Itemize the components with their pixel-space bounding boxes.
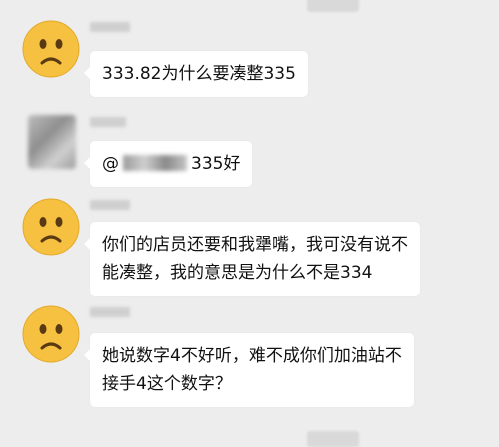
mention-prefix: @	[102, 154, 119, 174]
chat-message: 你们的店员还要和我犟嘴，我可没有说不 能凑整，我的意思是为什么不是334	[22, 198, 499, 298]
message-bubble[interactable]: 你们的店员还要和我犟嘴，我可没有说不 能凑整，我的意思是为什么不是334	[84, 222, 420, 296]
worried-face-icon	[22, 305, 80, 363]
blurred-profile-photo	[28, 115, 76, 169]
sender-avatar[interactable]	[22, 198, 80, 256]
message-text-line: 她说数字4不好听，难不成你们加油站不	[102, 346, 402, 366]
timestamp-chip-top	[307, 0, 359, 12]
message-text-line: 接手4这个数字？	[102, 374, 232, 394]
sender-avatar[interactable]	[22, 20, 80, 78]
message-bubble[interactable]: 她说数字4不好听，难不成你们加油站不 接手4这个数字？	[84, 333, 414, 407]
sender-name	[90, 307, 130, 317]
chat-message: @335好	[22, 115, 499, 195]
sender-avatar[interactable]	[22, 115, 80, 173]
worried-face-icon	[22, 198, 80, 256]
message-text-line: 你们的店员还要和我犟嘴，我可没有说不	[102, 235, 408, 255]
timestamp-chip-bottom	[307, 431, 359, 447]
sender-avatar[interactable]	[22, 305, 80, 363]
sender-name	[90, 117, 126, 127]
worried-face-icon	[22, 20, 80, 78]
message-text: 333.82为什么要凑整335	[102, 64, 296, 84]
message-bubble[interactable]: 333.82为什么要凑整335	[84, 51, 308, 97]
chat-message: 333.82为什么要凑整335	[22, 20, 499, 100]
message-bubble[interactable]: @335好	[83, 141, 253, 187]
sender-name	[90, 200, 130, 210]
redacted-mention	[123, 155, 187, 171]
message-text: 335好	[191, 154, 241, 174]
message-text-line: 能凑整，我的意思是为什么不是334	[102, 263, 373, 283]
sender-name	[90, 22, 130, 32]
chat-message: 她说数字4不好听，难不成你们加油站不 接手4这个数字？	[22, 305, 499, 415]
